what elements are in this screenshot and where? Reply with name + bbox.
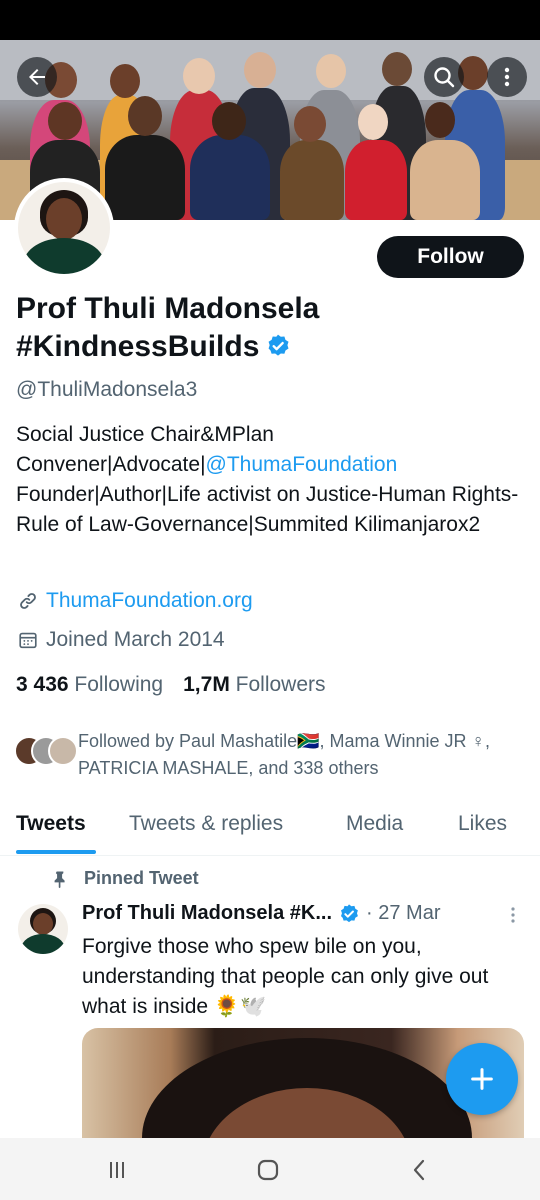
calendar-icon xyxy=(16,628,40,652)
verified-badge-icon xyxy=(268,334,289,356)
tweet-author-avatar[interactable] xyxy=(18,904,68,954)
followers-stat[interactable]: 1,7M Followers xyxy=(183,673,325,697)
followed-by-avatars xyxy=(14,728,78,766)
pinned-indicator: Pinned Tweet xyxy=(50,868,199,889)
back-button[interactable] xyxy=(17,57,57,97)
home-icon[interactable] xyxy=(256,1158,280,1182)
profile-joined-text: Joined March 2014 xyxy=(46,628,225,651)
pin-icon xyxy=(54,871,65,888)
profile-tabs: Tweets Tweets & replies Media Likes xyxy=(0,800,540,856)
tab-likes[interactable]: Likes xyxy=(458,812,507,836)
search-icon xyxy=(434,67,455,88)
profile-stats: 3 436 Following 1,7M Followers xyxy=(16,673,326,697)
plus-icon xyxy=(471,1068,493,1090)
profile-name-line2: #KindnessBuilds xyxy=(16,330,260,363)
tweet-author-name[interactable]: Prof Thuli Madonsela #K... xyxy=(82,902,332,925)
tweet-date: · 27 Mar xyxy=(366,902,441,924)
tab-media[interactable]: Media xyxy=(346,812,403,836)
following-label: Following xyxy=(74,673,164,696)
profile-website-row: ThumaFoundation.org xyxy=(16,589,253,613)
followers-count: 1,7M xyxy=(183,673,230,696)
bio-text-2: Founder|Author|Life activist on Justice-… xyxy=(16,483,519,536)
back-arrow-icon xyxy=(29,69,45,85)
link-icon xyxy=(16,589,40,613)
profile-website-link[interactable]: ThumaFoundation.org xyxy=(46,589,253,613)
nav-back-icon[interactable] xyxy=(408,1158,432,1182)
profile-handle: @ThuliMadonsela3 xyxy=(16,378,198,401)
tab-tweets[interactable]: Tweets xyxy=(16,812,86,836)
tweet-more-icon[interactable] xyxy=(508,906,518,924)
followed-by-text: Followed by Paul Mashatile🇿🇦, Mama Winni… xyxy=(78,731,491,778)
pinned-label: Pinned Tweet xyxy=(84,868,199,888)
tab-tweets-replies[interactable]: Tweets & replies xyxy=(129,812,283,836)
tweet-text: Forgive those who spew bile on you, unde… xyxy=(82,935,489,1018)
follow-button[interactable]: Follow xyxy=(377,236,524,278)
compose-tweet-button[interactable] xyxy=(446,1043,518,1115)
verified-badge-icon xyxy=(341,903,358,922)
avatar-image xyxy=(18,182,110,274)
search-button[interactable] xyxy=(424,57,464,97)
profile-avatar[interactable] xyxy=(14,178,114,278)
profile-name-line1: Prof Thuli Madonsela xyxy=(16,292,320,325)
recents-icon[interactable] xyxy=(105,1158,129,1182)
followers-label: Followers xyxy=(235,673,326,696)
following-count: 3 436 xyxy=(16,673,69,696)
profile-joined-row: Joined March 2014 xyxy=(16,628,225,652)
bio-mention-link[interactable]: @ThumaFoundation xyxy=(206,453,398,476)
followed-by-row[interactable]: Followed by Paul Mashatile🇿🇦, Mama Winni… xyxy=(14,728,529,782)
more-vertical-icon xyxy=(504,67,510,87)
status-bar xyxy=(0,0,540,40)
active-tab-indicator xyxy=(16,850,96,854)
profile-bio: Social Justice Chair&MPlan Convener|Advo… xyxy=(16,420,521,540)
following-stat[interactable]: 3 436 Following xyxy=(16,673,163,697)
tweet-header: Prof Thuli Madonsela #K... · 27 Mar xyxy=(82,902,441,925)
more-options-button[interactable] xyxy=(487,57,527,97)
system-nav-bar xyxy=(0,1138,540,1200)
profile-name: Prof Thuli Madonsela #KindnessBuilds xyxy=(16,290,396,366)
